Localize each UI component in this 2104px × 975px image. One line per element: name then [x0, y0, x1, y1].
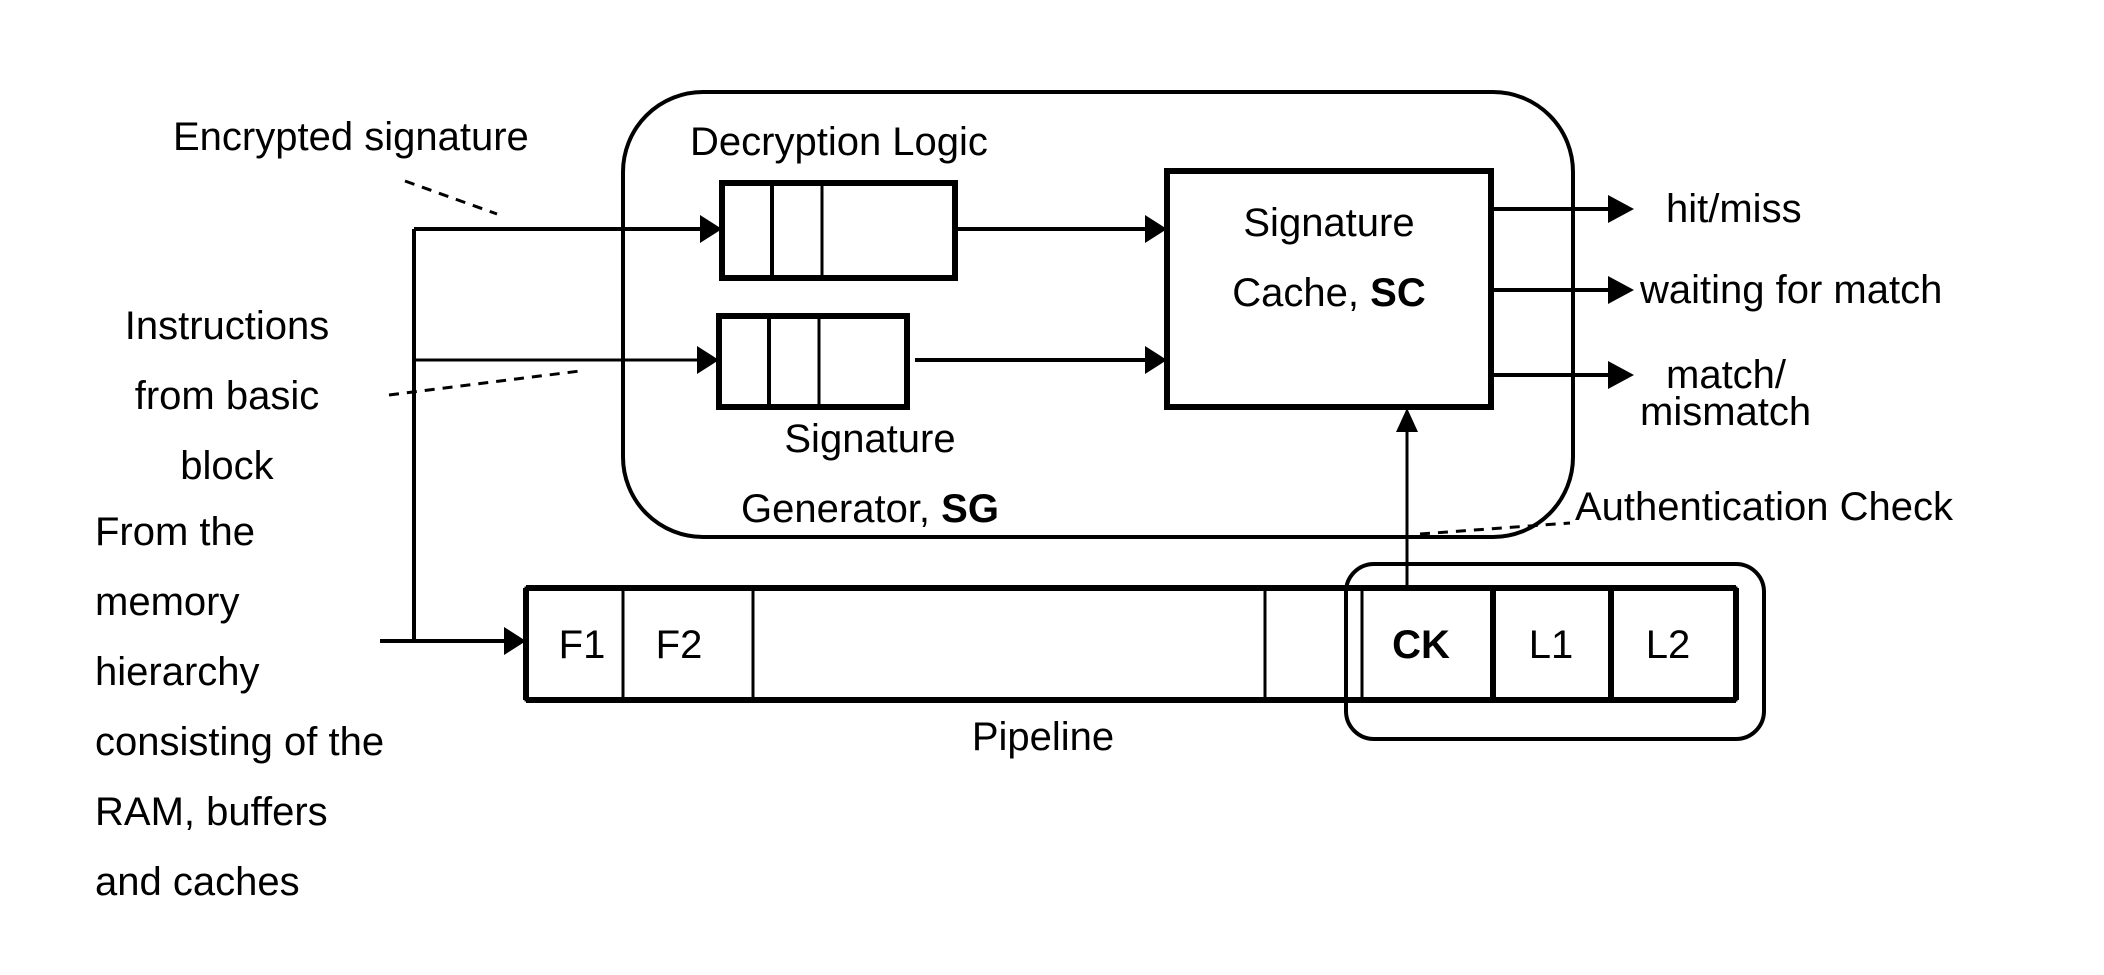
waiting-for-match-label: waiting for match — [1639, 268, 1942, 312]
stage-f1: F1 — [559, 623, 606, 667]
signature-cache-label-1: Signature — [1243, 201, 1414, 245]
hit-miss-label: hit/miss — [1666, 187, 1802, 231]
signature-generator-register — [716, 313, 910, 410]
memory-label-line: RAM, buffers — [95, 790, 328, 834]
authentication-check-leader — [1419, 521, 1571, 536]
signature-cache-abbrev: SC — [1370, 271, 1426, 315]
decryption-logic-label: Decryption Logic — [690, 120, 988, 164]
signature-generator-label-2: Generator, SG — [741, 487, 999, 531]
memory-label-line: consisting of the — [95, 720, 384, 764]
memory-label-line: and caches — [95, 860, 300, 904]
stage-l1: L1 — [1529, 623, 1574, 667]
encrypted-signature-leader — [404, 179, 498, 216]
output-arrows — [1491, 195, 1634, 389]
instructions-label-2: from basic — [135, 374, 320, 418]
signature-generator-label-prefix: Generator, — [741, 487, 941, 531]
authentication-check-label: Authentication Check — [1575, 485, 1954, 529]
encrypted-signature-label: Encrypted signature — [173, 115, 529, 159]
mismatch-label: mismatch — [1640, 390, 1811, 434]
pipeline-label: Pipeline — [972, 715, 1114, 759]
memory-label-line: From the — [95, 510, 255, 554]
check-to-cache-arrow — [1396, 408, 1418, 588]
instructions-leader — [388, 369, 581, 397]
memory-hierarchy-label: From the memory hierarchy consisting of … — [95, 510, 384, 904]
signature-generator-abbrev: SG — [941, 487, 999, 531]
decryption-logic-register — [719, 180, 958, 281]
instructions-label-1: Instructions — [125, 304, 330, 348]
instructions-label-3: block — [180, 444, 274, 488]
stage-f2: F2 — [656, 623, 703, 667]
authentication-diagram: Encrypted signature Instructions from ba… — [95, 90, 1954, 904]
memory-label-line: hierarchy — [95, 650, 260, 694]
signature-cache-label-2: Cache, SC — [1232, 271, 1425, 315]
signature-generator-label-1: Signature — [784, 417, 955, 461]
memory-label-line: memory — [95, 580, 239, 624]
stage-l2: L2 — [1646, 623, 1691, 667]
signature-cache-label-prefix: Cache, — [1232, 271, 1370, 315]
stage-ck: CK — [1392, 623, 1450, 667]
